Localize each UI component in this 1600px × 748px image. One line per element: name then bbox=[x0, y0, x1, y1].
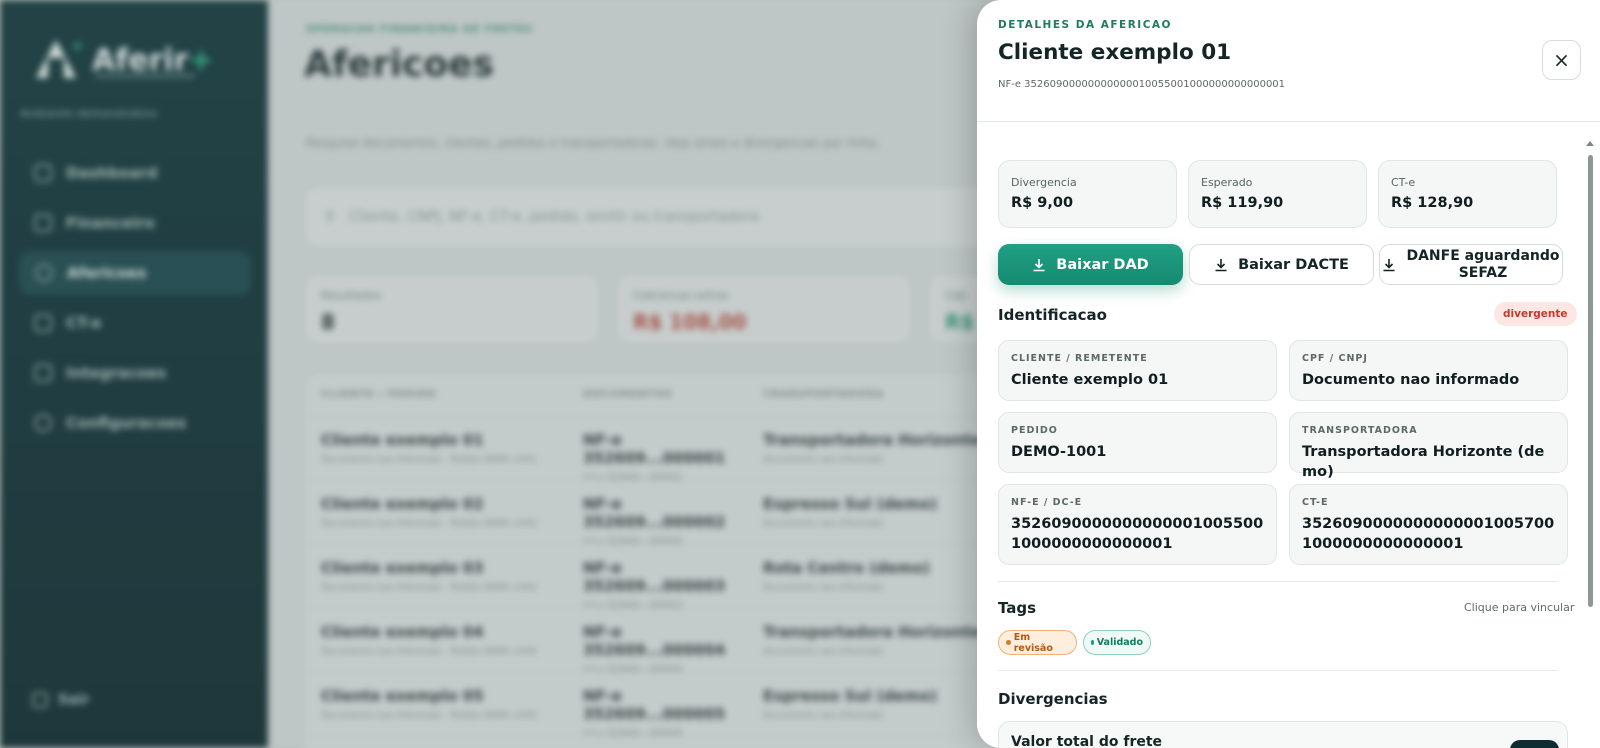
metric-divergencia: Divergencia R$ 9,00 bbox=[998, 160, 1177, 228]
status-badge: divergente bbox=[1494, 302, 1577, 326]
metric-esperado: Esperado R$ 119,90 bbox=[1188, 160, 1367, 228]
header-divider bbox=[977, 121, 1600, 122]
tags-title: Tags bbox=[998, 599, 1037, 617]
divergences-title: Divergencias bbox=[998, 690, 1108, 708]
tag-dot-icon bbox=[1006, 640, 1011, 645]
drawer-title: Cliente exemplo 01 bbox=[998, 40, 1232, 65]
danfe-pending-button[interactable]: DANFE aguardando SEFAZ bbox=[1379, 244, 1563, 285]
divergence-action-button[interactable] bbox=[1510, 740, 1559, 748]
drawer-eyebrow: DETALHES DA AFERICAO bbox=[998, 19, 1172, 31]
download-dacte-button[interactable]: Baixar DACTE bbox=[1189, 244, 1374, 285]
divergence-item: Valor total do frete bbox=[998, 721, 1568, 748]
afericao-details-drawer: DETALHES DA AFERICAO Cliente exemplo 01 … bbox=[977, 0, 1600, 748]
field-cliente: CLIENTE / REMETENTE Cliente exemplo 01 bbox=[998, 340, 1277, 401]
download-dad-button[interactable]: Baixar DAD bbox=[998, 244, 1183, 285]
tag-em-revisao[interactable]: Em revisão bbox=[998, 630, 1077, 655]
metric-cte: CT-e R$ 128,90 bbox=[1378, 160, 1557, 228]
scroll-up-arrow-icon[interactable] bbox=[1586, 141, 1594, 146]
field-cpf-cnpj: CPF / CNPJ Documento nao informado bbox=[1289, 340, 1568, 401]
drawer-subtitle: NF-e 35260900000000000010055001000000000… bbox=[998, 79, 1286, 90]
field-transportadora: TRANSPORTADORA Transportadora Horizonte … bbox=[1289, 412, 1568, 480]
close-icon: × bbox=[1553, 48, 1570, 72]
tags-hint[interactable]: Clique para vincular bbox=[1464, 601, 1574, 614]
field-cte-key: CT-E 35260900000000000010057001000000000… bbox=[1289, 484, 1568, 565]
section-divider bbox=[998, 670, 1558, 671]
identification-title: Identificacao bbox=[998, 306, 1107, 324]
download-icon bbox=[1032, 258, 1046, 272]
tag-dot-icon bbox=[1091, 640, 1094, 645]
section-divider bbox=[998, 581, 1558, 582]
download-icon bbox=[1382, 258, 1396, 272]
download-icon bbox=[1214, 258, 1228, 272]
scrollbar-thumb[interactable] bbox=[1588, 155, 1593, 607]
field-pedido: PEDIDO DEMO-1001 bbox=[998, 412, 1277, 473]
tag-validado[interactable]: Validado bbox=[1083, 630, 1151, 655]
close-button[interactable]: × bbox=[1542, 40, 1581, 80]
field-nfe: NF-E / DC-E 3526090000000000001005500100… bbox=[998, 484, 1277, 565]
